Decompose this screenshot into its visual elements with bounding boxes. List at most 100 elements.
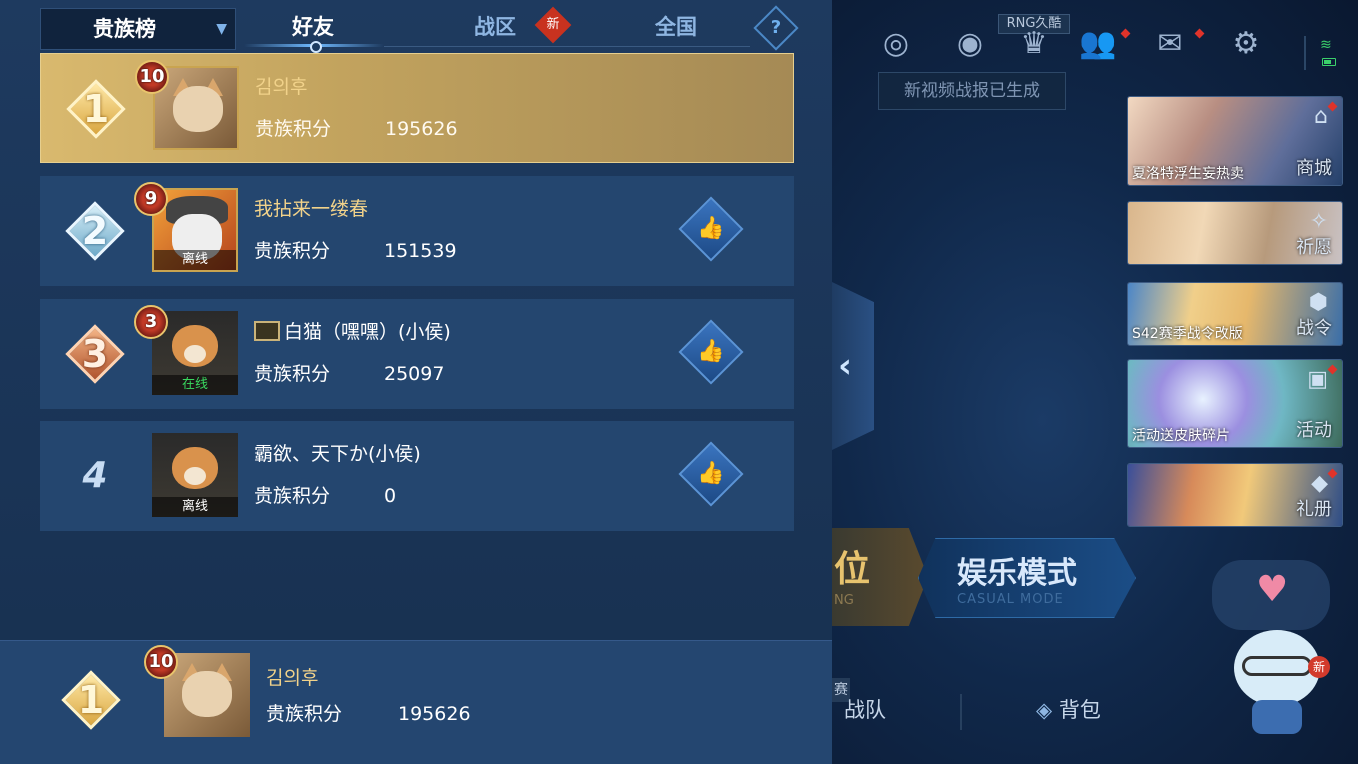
guild-icon xyxy=(254,321,280,341)
tab-nationwide[interactable]: 全国 xyxy=(655,12,697,42)
ranked-mode-button[interactable]: 位 NG xyxy=(832,528,928,626)
tab-zone[interactable]: 战区 xyxy=(474,12,516,42)
card-label: 战令 xyxy=(1296,318,1332,339)
assistant-mascot[interactable]: ♥ 新 xyxy=(1212,560,1342,756)
score-label: 贵族积分 xyxy=(254,240,331,262)
my-name: 김의후 xyxy=(266,667,319,689)
noble-level: 10 xyxy=(139,66,165,87)
bottom-nav: 战队 ◈ 背包 xyxy=(832,680,1232,740)
nav-backpack-label: 背包 xyxy=(1058,698,1101,722)
thumbs-up-icon: 👍 xyxy=(697,216,725,241)
lobby-topbar: RNG久酷 ◎ ◉ ♛ 👥 ✉ ⚙ ≋ xyxy=(832,10,1358,74)
question-icon: ? xyxy=(770,17,782,38)
mascot-glasses xyxy=(1242,656,1312,676)
divider xyxy=(960,694,962,730)
shop-icon: ⌂ xyxy=(1314,104,1328,129)
active-tab-indicator xyxy=(244,41,384,53)
rank-number: 3 xyxy=(81,332,109,376)
noble-level-badge: 3 xyxy=(130,303,172,341)
rank-number-plain: 4 xyxy=(54,435,136,517)
rank-medal-silver: 2 xyxy=(54,190,136,272)
status-label: 在线 xyxy=(152,375,238,395)
gift-icon: ◆ xyxy=(1311,471,1328,496)
battery-icon xyxy=(1322,58,1336,66)
casual-mode-subtitle: CASUAL MODE xyxy=(957,592,1064,607)
like-button[interactable]: 👍 xyxy=(678,319,744,385)
card-caption: 活动送皮肤碎片 xyxy=(1132,428,1230,444)
noble-level-badge: 9 xyxy=(130,180,172,218)
tabs-divider xyxy=(384,46,750,47)
help-button[interactable]: ? xyxy=(753,5,799,51)
casual-mode-title: 娱乐模式 xyxy=(957,556,1077,591)
side-card-wish[interactable]: ✧ 祈愿 xyxy=(1127,201,1343,265)
nav-backpack[interactable]: ◈ 背包 xyxy=(1036,696,1101,724)
ranked-mode-title: 位 xyxy=(834,549,871,590)
score-label: 贵族积分 xyxy=(255,118,332,140)
trophy-icon[interactable]: ♛ xyxy=(1014,24,1054,64)
leaderboard-row[interactable]: 2 离线 9 我拈来一缕春 贵族积分 151539 👍 xyxy=(40,176,794,286)
my-score-value: 195626 xyxy=(398,703,471,725)
score-label: 贵族积分 xyxy=(254,363,331,385)
lobby-background: RNG久酷 ◎ ◉ ♛ 👥 ✉ ⚙ ≋ 新视频战报已生成 ⌂ 夏洛特浮生妄热卖 … xyxy=(832,0,1358,764)
like-button[interactable]: 👍 xyxy=(678,441,744,507)
card-caption: S42赛季战令改版 xyxy=(1132,326,1243,342)
noble-level-badge: 10 xyxy=(131,58,173,96)
tab-friends[interactable]: 好友 xyxy=(292,12,334,42)
collapse-arrow-icon: ‹ xyxy=(838,346,853,386)
rank-number: 1 xyxy=(77,678,105,722)
score-value: 25097 xyxy=(384,363,445,385)
score-label: 贵族积分 xyxy=(254,485,331,507)
heart-icon: ♥ xyxy=(1256,569,1289,610)
player-name: 霸欲、天下か(小侯) xyxy=(254,443,421,465)
side-card-gift-book[interactable]: ◆ 礼册 xyxy=(1127,463,1343,527)
player-name: 김의후 xyxy=(255,76,308,98)
player-name: 我拈来一缕春 xyxy=(254,198,369,220)
rank-number: 1 xyxy=(82,87,110,131)
card-caption: 夏洛特浮生妄热卖 xyxy=(1132,166,1244,182)
noble-level: 3 xyxy=(144,311,158,332)
collapse-panel-button[interactable]: ‹ xyxy=(832,282,874,450)
new-badge-text: 新 xyxy=(546,17,560,32)
side-card-shop[interactable]: ⌂ 夏洛特浮生妄热卖 商城 xyxy=(1127,96,1343,186)
rank-medal-gold: 1 xyxy=(50,659,132,741)
avatar-art xyxy=(173,86,223,132)
backpack-icon: ◈ xyxy=(1036,698,1059,722)
nav-team[interactable]: 战队 xyxy=(844,696,886,724)
status-label: 离线 xyxy=(152,497,238,517)
score-label: 贵族积分 xyxy=(266,703,343,725)
like-button[interactable]: 👍 xyxy=(678,196,744,262)
chevron-down-icon: ▼ xyxy=(216,21,227,37)
eye-icon[interactable]: ◉ xyxy=(950,24,990,64)
leaderboard-row[interactable]: 3 在线 3 白猫（嘿嘿）(小侯) 贵族积分 25097 👍 xyxy=(40,299,794,409)
side-card-battle-pass[interactable]: ⬢ S42赛季战令改版 战令 xyxy=(1127,282,1343,346)
event-icon: ▣ xyxy=(1307,367,1328,392)
noble-level-badge: 10 xyxy=(140,643,182,681)
notification-toast: 新视频战报已生成 xyxy=(878,72,1066,110)
friends-icon[interactable]: 👥 xyxy=(1078,24,1118,64)
rank-medal-gold: 1 xyxy=(55,68,137,150)
card-label: 礼册 xyxy=(1296,499,1332,520)
mascot-body xyxy=(1252,700,1302,734)
leaderboard-type-dropdown[interactable]: 贵族榜 ▼ xyxy=(40,8,236,50)
leaderboard-row[interactable]: 4 离线 霸欲、天下か(小侯) 贵族积分 0 👍 xyxy=(40,421,794,531)
rank-number: 2 xyxy=(81,209,109,253)
score-value: 195626 xyxy=(385,118,458,140)
thumbs-up-icon: 👍 xyxy=(697,461,725,486)
avatar-art xyxy=(182,671,232,717)
rank-medal-bronze: 3 xyxy=(54,313,136,395)
mail-icon[interactable]: ✉ xyxy=(1150,24,1190,64)
noble-level: 10 xyxy=(148,651,174,672)
game-screen: RNG久酷 ◎ ◉ ♛ 👥 ✉ ⚙ ≋ 新视频战报已生成 ⌂ 夏洛特浮生妄热卖 … xyxy=(0,0,1358,764)
thumbs-up-icon: 👍 xyxy=(697,339,725,364)
avatar-art xyxy=(184,345,206,363)
new-badge: 新 xyxy=(534,6,572,44)
gear-icon[interactable]: ⚙ xyxy=(1226,24,1266,64)
casual-mode-button[interactable]: 娱乐模式 CASUAL MODE xyxy=(918,538,1136,618)
notify-dot xyxy=(1120,28,1131,39)
divider xyxy=(1304,36,1306,70)
target-icon[interactable]: ◎ xyxy=(876,24,916,64)
side-card-event[interactable]: ▣ 活动送皮肤碎片 活动 xyxy=(1127,359,1343,448)
leaderboard-row[interactable]: 1 10 김의후 贵族积分 195626 xyxy=(40,53,794,163)
status-label: 离线 xyxy=(154,250,236,270)
avatar[interactable]: 离线 xyxy=(152,433,238,517)
